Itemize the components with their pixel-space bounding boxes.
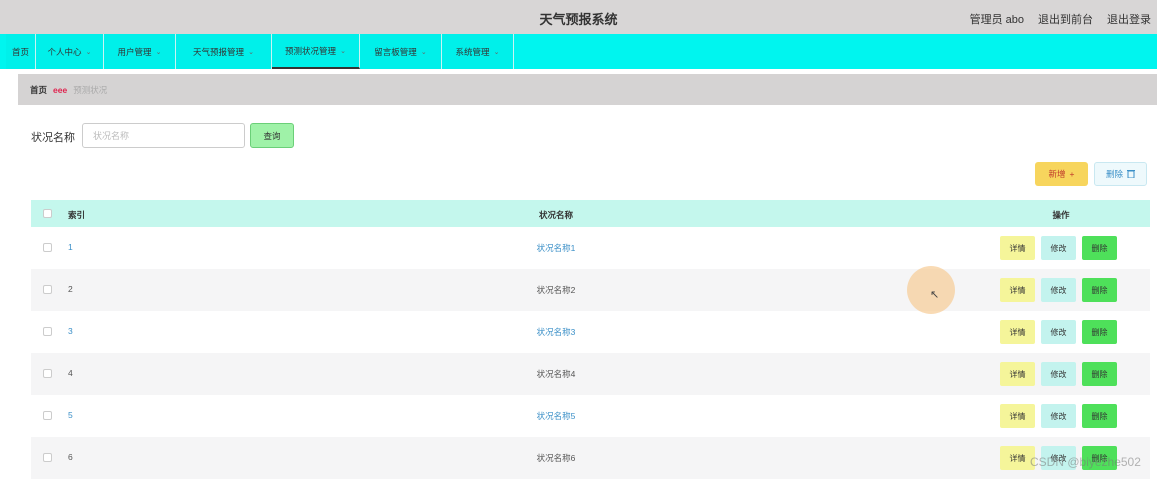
nav-item-4[interactable]: 预测状况管理 ⌄ — [272, 34, 360, 69]
edit-button[interactable]: 修改 — [1041, 278, 1076, 302]
breadcrumb-home[interactable]: 首页 — [30, 84, 47, 96]
row-checkbox[interactable] — [43, 243, 52, 252]
edit-button[interactable]: 修改 — [1041, 236, 1076, 260]
row-index: 6 — [68, 452, 73, 462]
batch-delete-label: 删除 — [1105, 169, 1123, 179]
delete-button[interactable]: 删除 — [1082, 320, 1117, 344]
chevron-down-icon: ⌄ — [420, 48, 427, 56]
row-ops: 详情 修改 删除 — [1000, 320, 1117, 344]
row-checkbox[interactable] — [43, 369, 52, 378]
detail-button[interactable]: 详情 — [1000, 236, 1035, 260]
select-all-checkbox[interactable] — [43, 209, 52, 218]
table-row: 2 状况名称2 详情 修改 删除 — [31, 269, 1150, 311]
row-name: 状况名称5 — [536, 411, 576, 421]
breadcrumb-current: 预测状况 — [73, 84, 108, 95]
breadcrumb-separator: eee — [53, 84, 68, 95]
nav-item-6[interactable]: 系统管理 ⌄ — [442, 34, 514, 69]
top-actions: 管理员 abo 退出到前台 退出登录 — [970, 11, 1151, 27]
table-row: 3 状况名称3 详情 修改 删除 — [31, 311, 1150, 353]
nav-item-label: 留言板管理 — [374, 46, 417, 57]
chevron-down-icon: ⌄ — [248, 48, 254, 56]
search-label: 状况名称 — [31, 132, 75, 144]
row-index: 3 — [68, 326, 73, 336]
nav-item-1[interactable]: 个人中心 ⌄ — [36, 34, 104, 69]
data-table: 索引 状况名称 操作 1 状况名称1 详情 修改 删除 2 状况名称2 详情 修改 删除 3 状况名称… — [31, 200, 1150, 479]
row-name: 状况名称1 — [536, 243, 576, 253]
delete-button[interactable]: 删除 — [1082, 404, 1117, 428]
nav-items: 首页 个人中心 ⌄ 用户管理 ⌄ 天气预报管理 ⌄ 预测状况管理 ⌄ 留言板管理 ⌄ 系统管理 ⌄ — [6, 34, 514, 69]
row-name: 状况名称2 — [536, 285, 576, 295]
logout-link[interactable]: 退出登录 — [1107, 11, 1151, 27]
breadcrumb: 首页 eee 预测状况 — [18, 74, 1157, 105]
trash-icon — [1127, 169, 1135, 180]
nav-item-label: 用户管理 — [117, 46, 152, 57]
table-row: 4 状况名称4 详情 修改 删除 — [31, 353, 1150, 395]
row-checkbox[interactable] — [43, 285, 52, 294]
detail-button[interactable]: 详情 — [1000, 320, 1035, 344]
chevron-down-icon: ⌄ — [155, 48, 162, 56]
detail-button[interactable]: 详情 — [1000, 278, 1035, 302]
edit-button[interactable]: 修改 — [1041, 362, 1076, 386]
row-index: 1 — [68, 242, 73, 252]
row-index: 2 — [68, 284, 73, 294]
detail-button[interactable]: 详情 — [1000, 362, 1035, 386]
plus-icon: + — [1069, 169, 1075, 179]
row-name: 状况名称3 — [536, 327, 576, 337]
table-row: 5 状况名称5 详情 修改 删除 — [31, 395, 1150, 437]
header-name: 状况名称 — [538, 210, 573, 220]
row-ops: 详情 修改 删除 — [1000, 278, 1117, 302]
row-index: 4 — [68, 368, 73, 378]
chevron-down-icon: ⌄ — [340, 47, 346, 55]
row-checkbox[interactable] — [43, 411, 52, 420]
nav-item-label: 系统管理 — [455, 46, 490, 57]
row-checkbox[interactable] — [43, 327, 52, 336]
nav-item-2[interactable]: 用户管理 ⌄ — [104, 34, 176, 69]
detail-button[interactable]: 详情 — [1000, 404, 1035, 428]
chevron-down-icon: ⌄ — [493, 48, 500, 56]
header-index: 索引 — [68, 210, 86, 220]
search-input[interactable] — [82, 123, 245, 148]
row-ops: 详情 修改 删除 — [1000, 404, 1117, 428]
nav-item-label: 预测状况管理 — [285, 45, 337, 56]
header-ops: 操作 — [1052, 210, 1070, 220]
row-checkbox[interactable] — [43, 453, 52, 462]
edit-button[interactable]: 修改 — [1041, 320, 1076, 344]
delete-button[interactable]: 删除 — [1082, 362, 1117, 386]
table-body: 1 状况名称1 详情 修改 删除 2 状况名称2 详情 修改 删除 3 状况名称3 详情 修改 删除 4 状况名… — [31, 227, 1150, 479]
nav-item-3[interactable]: 天气预报管理 ⌄ — [176, 34, 272, 69]
add-button-label: 新增 — [1048, 169, 1066, 179]
row-name: 状况名称4 — [536, 369, 576, 379]
mouse-cursor-icon: ↖ — [930, 289, 940, 301]
admin-label: 管理员 abo — [969, 14, 1024, 26]
nav-item-label: 天气预报管理 — [193, 46, 245, 57]
nav-item-label: 首页 — [11, 46, 29, 57]
row-ops: 详情 修改 删除 — [1000, 362, 1117, 386]
nav-item-0[interactable]: 首页 — [6, 34, 36, 69]
watermark: CSDN @biyezhe502 — [1030, 455, 1141, 469]
table-row: 1 状况名称1 详情 修改 删除 — [31, 227, 1150, 269]
batch-delete-button[interactable]: 删除 — [1094, 162, 1147, 186]
chevron-down-icon: ⌄ — [85, 48, 92, 56]
nav-item-5[interactable]: 留言板管理 ⌄ — [360, 34, 442, 69]
back-to-front-link[interactable]: 退出到前台 — [1038, 11, 1093, 27]
delete-button[interactable]: 删除 — [1082, 278, 1117, 302]
edit-button[interactable]: 修改 — [1041, 404, 1076, 428]
nav-item-label: 个人中心 — [47, 46, 82, 57]
query-button[interactable]: 查询 — [250, 123, 294, 148]
top-bar: 天气预报系统 管理员 abo 退出到前台 退出登录 — [0, 0, 1157, 34]
row-index: 5 — [68, 410, 73, 420]
delete-button[interactable]: 删除 — [1082, 236, 1117, 260]
main-nav: 首页 个人中心 ⌄ 用户管理 ⌄ 天气预报管理 ⌄ 预测状况管理 ⌄ 留言板管理 ⌄ 系统管理 ⌄ — [0, 34, 1157, 69]
add-button[interactable]: 新增 + — [1035, 162, 1088, 186]
row-ops: 详情 修改 删除 — [1000, 236, 1117, 260]
row-name: 状况名称6 — [536, 453, 576, 463]
table-header: 索引 状况名称 操作 — [31, 200, 1150, 227]
table-row: 6 状况名称6 详情 修改 删除 — [31, 437, 1150, 479]
